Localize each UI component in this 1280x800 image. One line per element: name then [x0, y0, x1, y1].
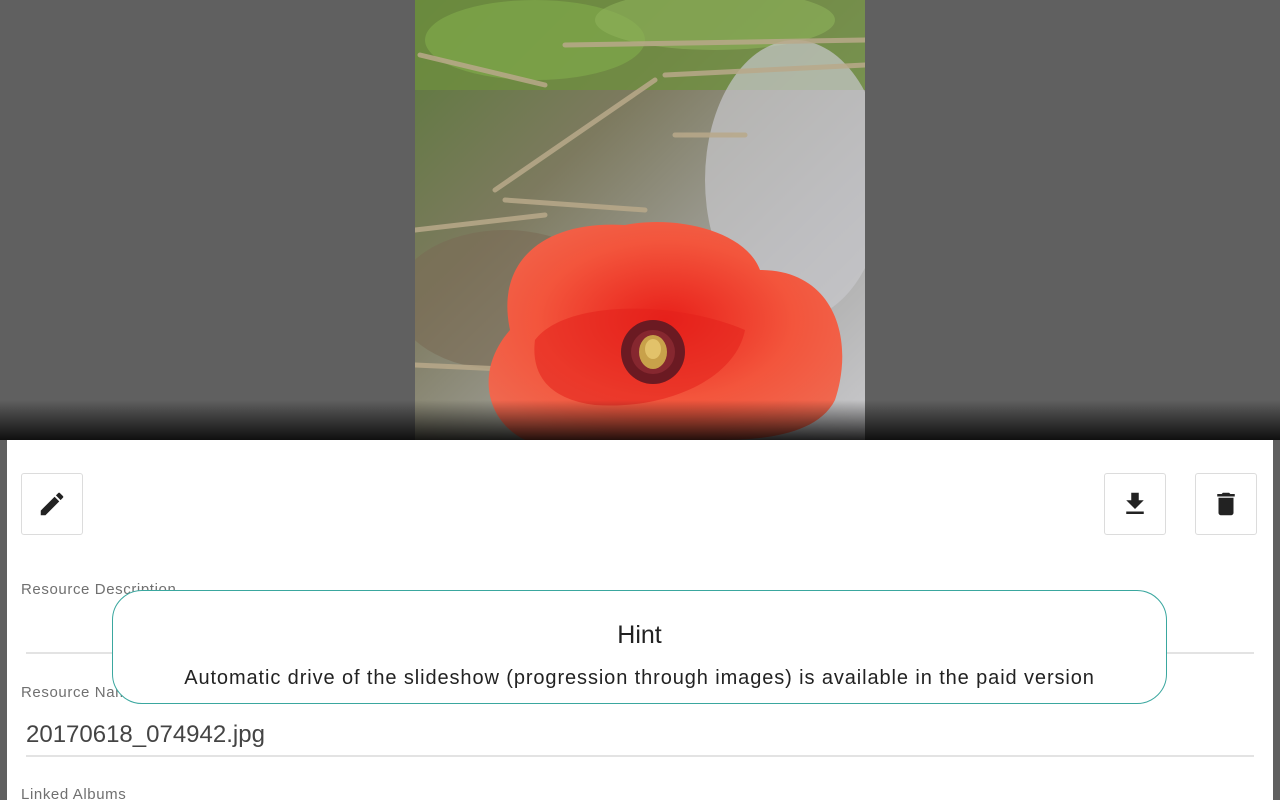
trash-icon [1217, 492, 1235, 516]
download-button[interactable] [1104, 473, 1166, 535]
download-icon [1126, 492, 1144, 514]
poppy-photo [415, 0, 865, 440]
hint-toast[interactable]: Hint Automatic drive of the slideshow (p… [112, 590, 1167, 704]
linked-albums-label: Linked Albums [21, 786, 127, 800]
resource-photo[interactable] [415, 0, 865, 440]
delete-button[interactable] [1195, 473, 1257, 535]
resource-name-input[interactable] [26, 714, 1254, 755]
pencil-icon [40, 492, 64, 516]
image-viewer[interactable] [0, 0, 1280, 440]
hint-message: Automatic drive of the slideshow (progre… [184, 667, 1095, 689]
viewer-bottom-fade [0, 400, 1280, 440]
hint-title: Hint [617, 621, 662, 649]
resource-name-field[interactable] [26, 714, 1254, 757]
edit-button[interactable] [21, 473, 83, 535]
